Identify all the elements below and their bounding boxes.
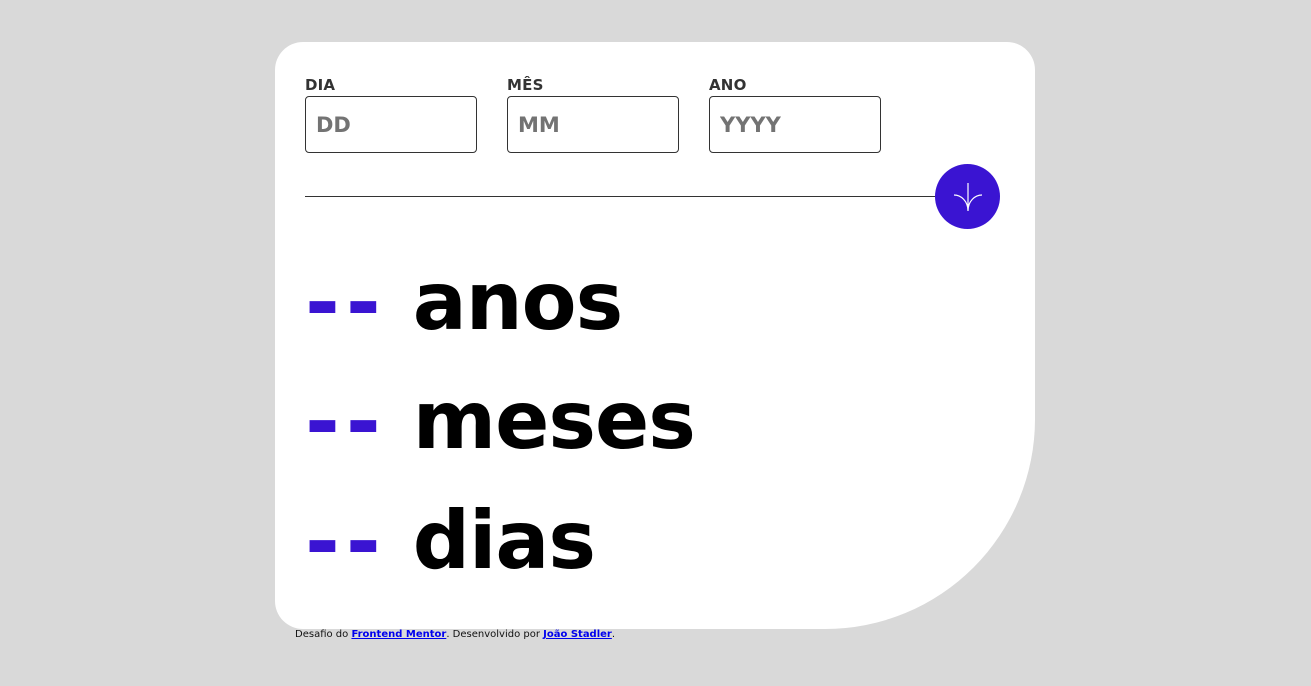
day-input[interactable] [305,96,477,153]
months-unit: meses [412,374,696,467]
day-label: DIA [305,76,336,94]
days-value: -- [305,492,387,590]
result-months: -- meses [305,371,696,471]
result-days: -- dias [305,491,596,591]
footer-middle: . Desenvolvido por [446,629,544,640]
author-link[interactable]: João Stadler [543,629,612,640]
months-value: -- [305,372,387,470]
footer-prefix: Desafio do [295,629,352,640]
month-field: MÊS [507,74,679,153]
days-unit: dias [412,494,596,587]
result-years: -- anos [305,252,624,352]
footer-suffix: . [611,629,616,640]
month-input[interactable] [507,96,679,153]
attribution-footer: Desafio do Frontend Mentor. Desenvolvido… [295,629,615,640]
year-field: ANO [709,74,881,153]
frontend-mentor-link[interactable]: Frontend Mentor [351,629,446,640]
divider [305,196,945,197]
years-value: -- [305,253,387,351]
year-label: ANO [709,76,747,94]
years-unit: anos [412,255,624,348]
day-field: DIA [305,74,477,153]
submit-button[interactable] [935,164,1000,229]
year-input[interactable] [709,96,881,153]
age-calculator-card: DIA MÊS ANO -- anos -- meses -- dias [275,42,1035,629]
month-label: MÊS [507,76,544,94]
arrow-down-icon [953,182,982,211]
